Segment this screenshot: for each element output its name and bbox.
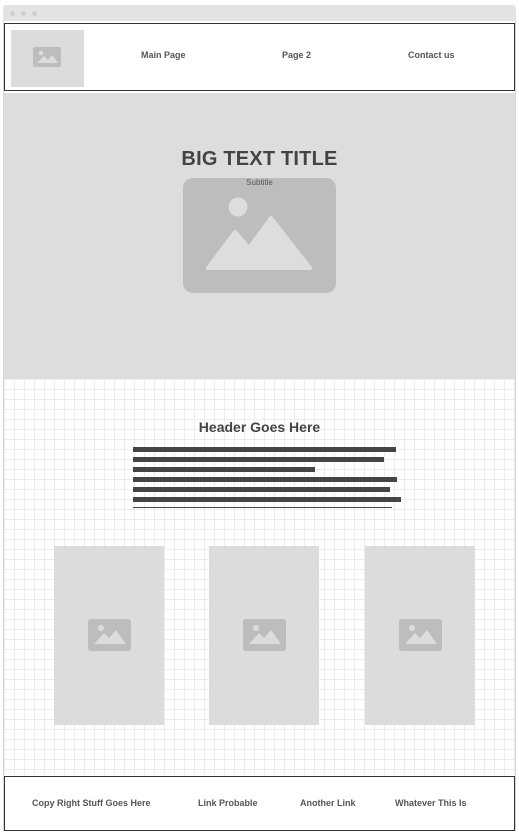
footer-copyright: Copy Right Stuff Goes Here <box>32 798 151 808</box>
text-placeholder-line <box>133 487 390 492</box>
image-placeholder-icon <box>33 47 61 67</box>
text-placeholder-line <box>133 467 315 472</box>
image-placeholder-icon <box>243 619 286 651</box>
text-placeholder-line <box>133 477 397 482</box>
footer-link-another[interactable]: Another Link <box>300 798 356 808</box>
nav-link-main-page[interactable]: Main Page <box>141 50 186 60</box>
window-titlebar <box>3 5 516 21</box>
text-placeholder-line <box>133 497 401 502</box>
image-placeholder-icon <box>88 619 131 651</box>
image-placeholder-icon <box>206 197 312 270</box>
card-3[interactable] <box>365 546 475 725</box>
footer: Copy Right Stuff Goes Here Link Probable… <box>4 776 515 831</box>
hero-section: BIG TEXT TITLE Subtitle <box>4 93 515 379</box>
window-dot-icon <box>32 11 37 16</box>
logo[interactable] <box>11 30 84 87</box>
footer-link-whatever[interactable]: Whatever This Is <box>395 798 467 808</box>
text-placeholder-line <box>133 507 392 508</box>
text-placeholder-line <box>133 457 384 462</box>
content-section: Header Goes Here <box>4 379 515 775</box>
hero-subtitle: Subtitle <box>246 178 273 187</box>
window-dot-icon <box>10 11 15 16</box>
nav-link-page-2[interactable]: Page 2 <box>282 50 311 60</box>
card-2[interactable] <box>209 546 319 725</box>
hero-title: BIG TEXT TITLE <box>181 148 338 170</box>
hero-image <box>183 178 336 293</box>
section-header: Header Goes Here <box>198 419 321 435</box>
card-1[interactable] <box>54 546 164 725</box>
footer-link-probable[interactable]: Link Probable <box>198 798 258 808</box>
image-placeholder-icon <box>399 619 442 651</box>
window-dot-icon <box>21 11 26 16</box>
nav-link-contact-us[interactable]: Contact us <box>408 50 455 60</box>
top-navigation: Main Page Page 2 Contact us <box>4 23 515 91</box>
text-placeholder-line <box>133 447 396 452</box>
